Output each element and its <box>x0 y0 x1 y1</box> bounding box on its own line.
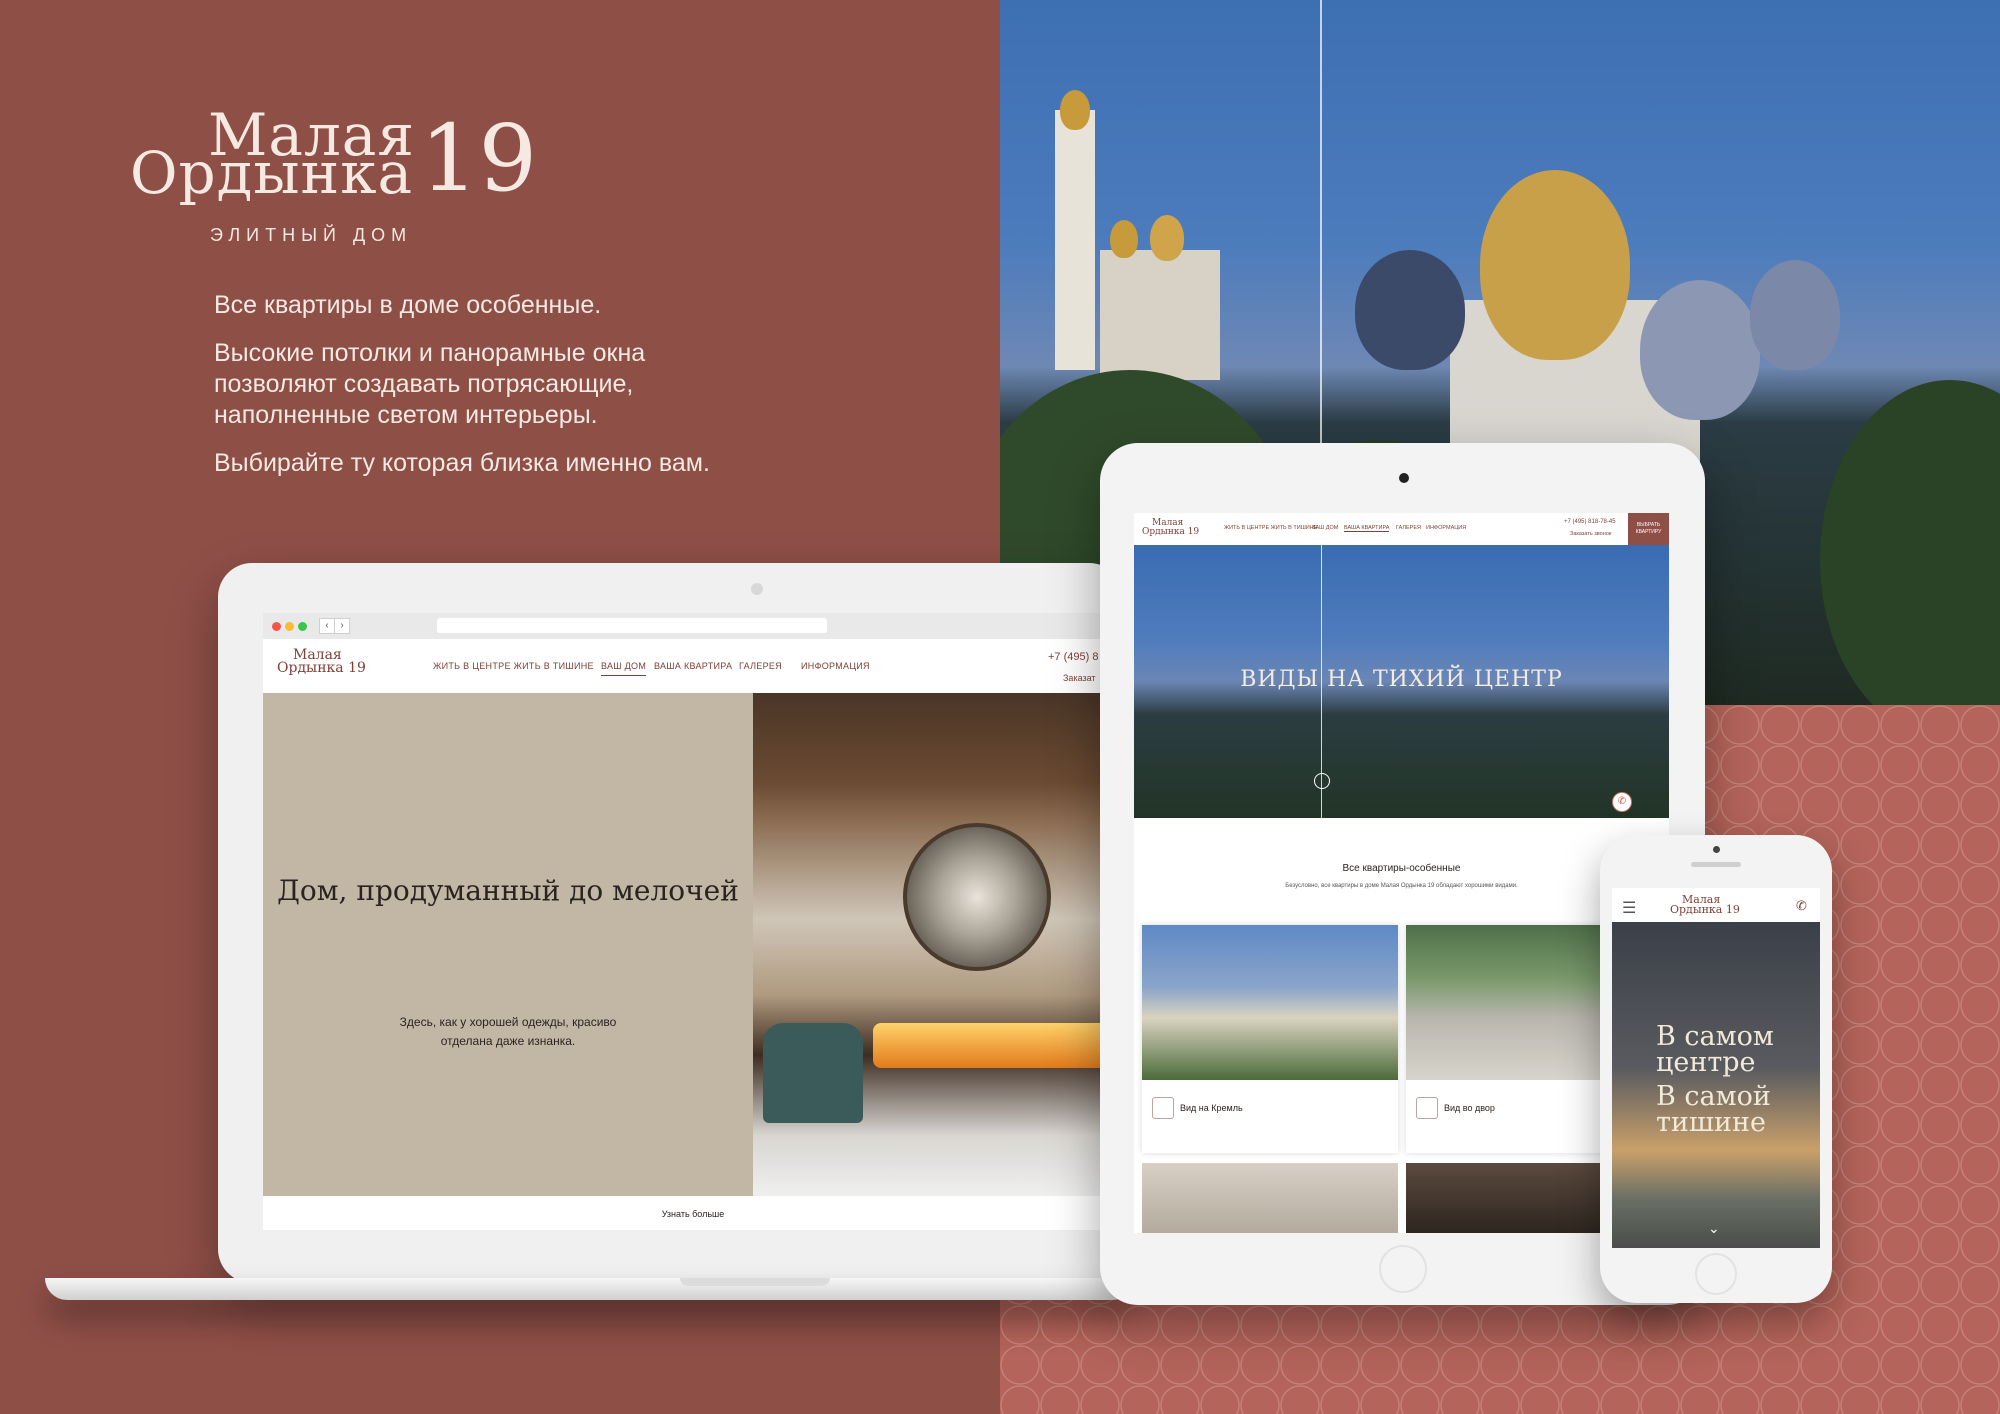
tablet-phone[interactable]: +7 (495) 818-78-45 <box>1564 519 1616 525</box>
tablet-order-call[interactable]: Заказать звонок <box>1570 531 1611 537</box>
brand-tagline: ЭЛИТНЫЙ ДОМ <box>210 225 413 245</box>
nav-item-your-house[interactable]: ВАШ ДОМ <box>601 661 647 676</box>
tablet-header: Малая Ордынка 19 ЖИТЬ В ЦЕНТРЕ ЖИТЬ В ТИ… <box>1134 513 1669 545</box>
laptop-screen: ‹ › Малая Ордынка 19 ЖИТЬ В ЦЕНТРЕ ЖИТЬ … <box>263 613 1123 1230</box>
maximize-window-button[interactable] <box>298 622 307 631</box>
order-call-link[interactable]: Заказат <box>1063 673 1096 683</box>
learn-more-link[interactable]: Узнать больше <box>263 1209 1123 1219</box>
phone-icon[interactable]: ✆ <box>1796 898 1807 914</box>
site-header: Малая Ордынка 19 ЖИТЬ В ЦЕНТРЕ ЖИТЬ В ТИ… <box>263 639 1123 694</box>
phone-speaker <box>1691 862 1741 867</box>
house-description: Здесь, как у хорошей одежды, красиво отд… <box>399 1015 617 1048</box>
phone-screen: ☰ Малая Ордынка 19 ✆ В самом центре В са… <box>1612 888 1820 1248</box>
nav-item-info[interactable]: ИНФОРМАЦИЯ <box>801 661 870 671</box>
laptop-notch <box>680 1278 830 1286</box>
phone-home-button[interactable] <box>1695 1253 1737 1295</box>
intro-paragraph-1: Все квартиры в доме особенные. <box>214 291 602 319</box>
nav-item-apartment[interactable]: ВАША КВАРТИРА <box>654 661 732 671</box>
house-headline: Дом, продуманный до мелочей <box>277 874 739 907</box>
tablet-section-subtitle: Безусловно, все квартиры в доме Малая Ор… <box>1285 883 1518 889</box>
close-window-button[interactable] <box>272 622 281 631</box>
tablet-screen: Малая Ордынка 19 ЖИТЬ В ЦЕНТРЕ ЖИТЬ В ТИ… <box>1134 513 1669 1233</box>
site-logo[interactable]: Малая Ордынка 19 <box>277 648 366 676</box>
intro-paragraph-2: Высокие потолки и панорамные окна позвол… <box>214 339 646 429</box>
brand-logo: Малая Ордынка 19 ЭЛИТНЫЙ ДОМ <box>130 105 550 255</box>
kremlin-view-image <box>1142 925 1398 1080</box>
tablet-logo[interactable]: Малая Ордынка 19 <box>1142 519 1199 537</box>
tablet-nav-gallery[interactable]: ГАЛЕРЕЯ <box>1396 525 1421 531</box>
phone-logo[interactable]: Малая Ордынка 19 <box>1670 894 1740 916</box>
nav-item-gallery[interactable]: ГАЛЕРЕЯ <box>739 661 782 671</box>
phone-hero-line2: центре <box>1656 1047 1756 1078</box>
view-card-kremlin[interactable]: Вид на Кремль <box>1142 925 1398 1153</box>
interior-photo <box>753 693 1123 1196</box>
browser-chrome: ‹ › <box>263 613 1123 640</box>
laptop-base <box>45 1278 1135 1300</box>
site-logo-line2: Ордынка 19 <box>277 660 366 676</box>
armchair <box>763 1023 863 1123</box>
fireplace <box>873 1023 1113 1068</box>
tablet-nav-apartment[interactable]: ВАША КВАРТИРА <box>1344 525 1390 532</box>
watch-art <box>903 823 1051 971</box>
back-arrow-icon[interactable]: ‹ <box>319 618 335 634</box>
call-float-icon[interactable]: ✆ <box>1612 792 1632 812</box>
brand-number: 19 <box>420 105 538 212</box>
view-card-label: Вид на Кремль <box>1180 1103 1243 1113</box>
phone-hero-line4: тишине <box>1656 1107 1767 1138</box>
brand-line2: Ордынка <box>130 139 414 207</box>
tablet-section-title: Все квартиры-особенные <box>1342 863 1461 874</box>
laptop-camera <box>751 583 763 595</box>
chevron-down-icon[interactable]: ⌄ <box>1708 1220 1720 1237</box>
phone-header: ☰ Малая Ордынка 19 ✆ <box>1612 888 1820 922</box>
interior-thumb <box>1142 1163 1398 1233</box>
tablet-hero-title: ВИДЫ НА ТИХИЙ ЦЕНТР <box>1240 667 1563 692</box>
courtyard-icon <box>1416 1097 1438 1119</box>
tablet-nav-info[interactable]: ИНФОРМАЦИЯ <box>1426 525 1466 531</box>
minimize-window-button[interactable] <box>285 622 294 631</box>
compare-handle-icon[interactable] <box>1314 773 1330 789</box>
intro-text: Все квартиры в доме особенные. Высокие п… <box>214 290 774 496</box>
tablet-nav-house[interactable]: ВАШ ДОМ <box>1312 525 1338 531</box>
forward-arrow-icon[interactable]: › <box>334 618 350 634</box>
tablet-hero: ВИДЫ НА ТИХИЙ ЦЕНТР <box>1134 545 1669 818</box>
address-bar[interactable] <box>437 618 827 633</box>
nav-item-live[interactable]: ЖИТЬ В ЦЕНТРЕ ЖИТЬ В ТИШИНЕ <box>433 661 594 671</box>
tablet-logo-line2: Ордынка 19 <box>1142 527 1200 537</box>
hamburger-icon[interactable]: ☰ <box>1622 898 1636 918</box>
tablet-nav-live[interactable]: ЖИТЬ В ЦЕНТРЕ ЖИТЬ В ТИШИНЕ <box>1224 525 1317 531</box>
intro-paragraph-3: Выбирайте ту которая близка именно вам. <box>214 449 710 477</box>
tablet-camera <box>1399 473 1409 483</box>
house-info-panel: Дом, продуманный до мелочей Здесь, как у… <box>263 693 753 1196</box>
phone-hero: В самом центре В самой тишине ⌄ <box>1612 922 1820 1248</box>
tablet-home-button[interactable] <box>1379 1245 1427 1293</box>
header-phone[interactable]: +7 (495) 8 <box>1048 651 1098 663</box>
choose-apartment-button[interactable]: ВЫБРАТЬ КВАРТИРУ <box>1628 513 1669 545</box>
kremlin-icon <box>1152 1097 1174 1119</box>
phone-logo-line2: Ордынка 19 <box>1670 903 1740 916</box>
view-card-label: Вид во двор <box>1444 1103 1495 1113</box>
phone-camera <box>1713 846 1720 853</box>
